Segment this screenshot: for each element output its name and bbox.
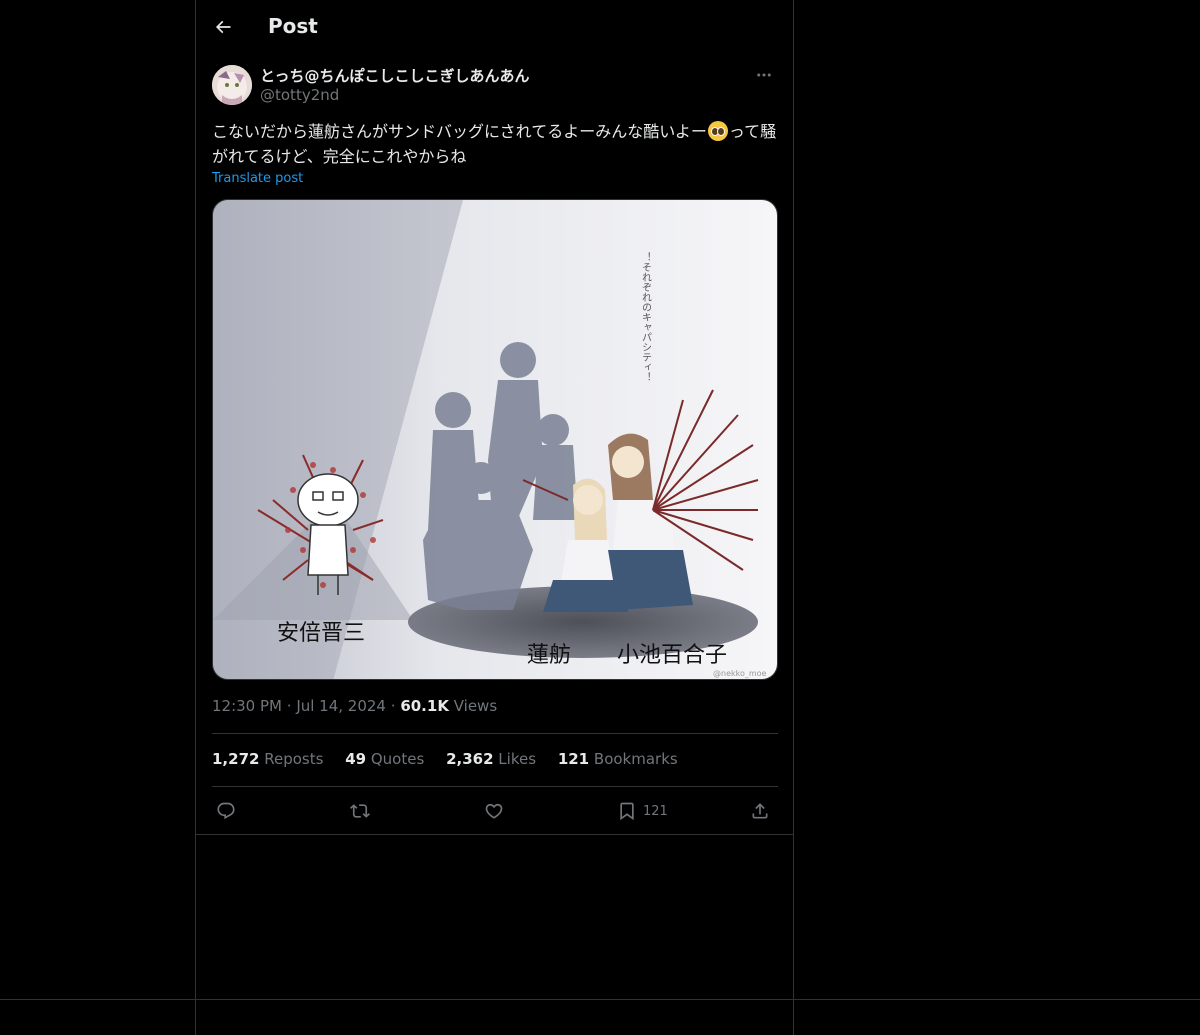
media-watermark: @nekko_moe: [713, 669, 767, 678]
author-handle[interactable]: @totty2nd: [260, 86, 339, 104]
post-media-image[interactable]: ！それぞれのキャパシティ！ 安倍晋三 蓮舫 小池百合子 @nekko_moe: [212, 199, 778, 680]
post-meta: 12:30 PM · Jul 14, 2024 · 60.1K Views: [212, 697, 497, 715]
reposts-count: 1,272: [212, 750, 260, 768]
views-label: Views: [453, 697, 498, 715]
media-vertical-caption: ！それぞれのキャパシティ！: [640, 252, 652, 382]
divider: [196, 834, 793, 835]
reply-button[interactable]: [216, 796, 236, 826]
meta-separator: ·: [286, 697, 297, 715]
divider: [212, 733, 778, 734]
share-icon: [752, 803, 768, 819]
bookmarks-stat[interactable]: 121 Bookmarks: [558, 750, 678, 768]
reply-icon: [217, 802, 235, 820]
pleading-face-emoji: [707, 121, 728, 141]
media-label-koike: 小池百合子: [617, 643, 727, 668]
reposts-stat[interactable]: 1,272 Reposts: [212, 750, 323, 768]
back-button[interactable]: [206, 10, 240, 44]
bookmarks-count: 121: [557, 750, 590, 768]
more-horizontal-icon: [757, 73, 771, 77]
likes-stat[interactable]: 2,362 Likes: [446, 750, 536, 768]
bookmarks-label: Bookmarks: [593, 750, 678, 768]
post-text: こないだから蓮舫さんがサンドバッグにされてるよーみんな酷いよー って騒がれてるけど…: [212, 119, 780, 169]
media-label-renho: 蓮舫: [527, 643, 571, 668]
meta-separator: ·: [390, 697, 401, 715]
main-column: Post とっち@ちんぽこしこしこぎしあんあん @totty2nd こないだから…: [195, 0, 794, 1035]
reposts-label: Reposts: [264, 750, 324, 768]
bookmark-button[interactable]: 121: [617, 796, 668, 826]
post-text-part1: こないだから蓮舫さんがサンドバッグにされてるよーみんな酷いよー: [212, 122, 707, 141]
post-time[interactable]: 12:30 PM: [212, 697, 282, 715]
repost-icon: [350, 804, 370, 818]
heart-icon: [485, 803, 503, 819]
post-author: とっち@ちんぽこしこしこぎしあんあん @totty2nd: [212, 64, 778, 108]
bookmark-count: 121: [643, 803, 668, 819]
share-button[interactable]: [750, 796, 770, 826]
quotes-label: Quotes: [370, 750, 425, 768]
post-header: Post: [196, 0, 793, 55]
illustration: ！それぞれのキャパシティ！ 安倍晋三 蓮舫 小池百合子 @nekko_moe: [213, 200, 777, 679]
like-button[interactable]: [484, 796, 504, 826]
arrow-left-icon: [215, 20, 231, 34]
page-title: Post: [268, 14, 318, 38]
likes-count: 2,362: [446, 750, 494, 768]
more-options-button[interactable]: [750, 64, 778, 86]
translate-post-link[interactable]: Translate post: [212, 171, 303, 186]
repost-button[interactable]: [350, 796, 370, 826]
post-actions: 121: [212, 796, 778, 826]
views-count: 60.1K: [400, 697, 449, 715]
quotes-stat[interactable]: 49 Quotes: [345, 750, 424, 768]
author-display-name[interactable]: とっち@ちんぽこしこしこぎしあんあん: [260, 65, 530, 86]
quotes-count: 49: [345, 750, 367, 768]
bookmark-icon: [620, 802, 634, 821]
post-date[interactable]: Jul 14, 2024: [296, 697, 386, 715]
divider: [212, 786, 778, 787]
post-stats: 1,272 Reposts 49 Quotes 2,362 Likes 121 …: [212, 750, 695, 768]
media-label-abe: 安倍晋三: [277, 621, 365, 646]
bottom-divider: [0, 999, 1200, 1000]
likes-label: Likes: [498, 750, 537, 768]
avatar-image: [212, 65, 252, 105]
avatar[interactable]: [212, 65, 252, 105]
